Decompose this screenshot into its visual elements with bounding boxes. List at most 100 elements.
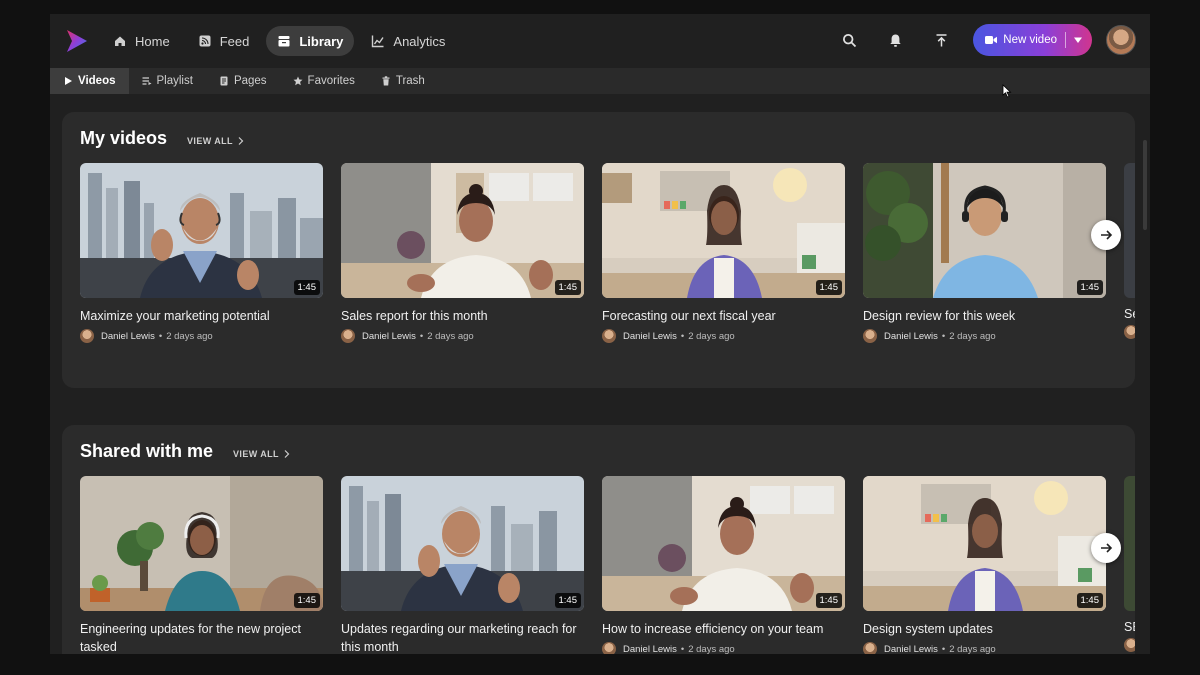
- video-title[interactable]: Engineering updates for the new project …: [80, 620, 323, 654]
- pages-icon: [220, 76, 228, 86]
- video-thumbnail[interactable]: 1:45: [863, 163, 1106, 298]
- video-thumbnail[interactable]: 1:45: [341, 163, 584, 298]
- video-duration: 1:45: [1076, 593, 1103, 608]
- nav-library[interactable]: Library: [266, 26, 355, 56]
- scroll-next-button[interactable]: [1091, 220, 1121, 250]
- meta-separator: •: [941, 643, 946, 655]
- notifications-button[interactable]: [879, 24, 911, 56]
- thumbnail-image: [863, 163, 1106, 298]
- video-row: 1:45 Maximize your marketing potential D…: [80, 163, 1135, 343]
- library-subtabs: Videos Playlist Pages Favorites Trash: [50, 68, 1150, 94]
- section-shared-with-me: Shared with me VIEW ALL 1:45 Engineering…: [62, 425, 1135, 654]
- thumbnail-image: [80, 163, 323, 298]
- video-age: 2 days ago: [688, 643, 735, 655]
- video-card[interactable]: 1:45 Forecasting our next fiscal year Da…: [602, 163, 845, 343]
- video-thumbnail[interactable]: [1124, 476, 1135, 611]
- bell-icon: [890, 34, 901, 47]
- playlist-icon: [142, 77, 151, 85]
- view-all-link[interactable]: VIEW ALL: [233, 449, 290, 459]
- video-title[interactable]: Updates regarding our marketing reach fo…: [341, 620, 584, 654]
- video-card[interactable]: 1:45 Maximize your marketing potential D…: [80, 163, 323, 343]
- meta-separator: •: [158, 330, 163, 342]
- video-thumbnail[interactable]: [1124, 163, 1135, 298]
- view-all-link[interactable]: VIEW ALL: [187, 136, 244, 146]
- author-avatar: [1124, 325, 1135, 339]
- author-name: Daniel Lewis: [101, 330, 155, 342]
- caret-down-icon[interactable]: [1074, 36, 1082, 44]
- meta-separator: •: [680, 330, 685, 342]
- nav-analytics[interactable]: Analytics: [360, 26, 456, 56]
- video-thumbnail[interactable]: 1:45: [80, 476, 323, 611]
- video-card[interactable]: 1:45 Design system updates Daniel Lewis •…: [863, 476, 1106, 654]
- video-thumbnail[interactable]: 1:45: [602, 476, 845, 611]
- mouse-cursor-icon: [1002, 84, 1012, 98]
- home-icon: [115, 36, 125, 46]
- search-button[interactable]: [833, 24, 865, 56]
- video-duration: 1:45: [815, 280, 842, 295]
- thumbnail-image: [602, 476, 845, 611]
- video-thumbnail[interactable]: 1:45: [602, 163, 845, 298]
- author-name: Daniel Lewis: [362, 330, 416, 342]
- button-divider: [1065, 32, 1066, 48]
- upload-button[interactable]: [925, 24, 957, 56]
- star-icon: [293, 76, 303, 86]
- video-card[interactable]: 1:45 How to increase efficiency on your …: [602, 476, 845, 654]
- author-avatar: [863, 642, 877, 654]
- top-actions: New video: [833, 24, 1136, 56]
- video-title[interactable]: Design system updates: [863, 620, 1106, 638]
- video-title[interactable]: Sales report for this month: [341, 307, 584, 325]
- section-my-videos: My videos VIEW ALL 1:45 Maximize your ma…: [62, 112, 1135, 388]
- video-duration: 1:45: [554, 593, 581, 608]
- video-age: 2 days ago: [427, 330, 474, 342]
- video-title[interactable]: How to increase efficiency on your team: [602, 620, 845, 638]
- nav-analytics-label: Analytics: [393, 33, 446, 49]
- video-title[interactable]: Maximize your marketing potential: [80, 307, 323, 325]
- thumbnail-image: [602, 163, 845, 298]
- tab-videos[interactable]: Videos: [50, 68, 129, 94]
- video-camera-icon: [985, 36, 998, 44]
- tab-favorites[interactable]: Favorites: [280, 68, 368, 94]
- author-name: Daniel Lewis: [623, 643, 677, 655]
- tab-trash[interactable]: Trash: [368, 68, 438, 94]
- author-name: Daniel Lewis: [884, 330, 938, 342]
- main-nav: Home Feed Library Analytics: [102, 26, 456, 56]
- video-title[interactable]: Forecasting our next fiscal year: [602, 307, 845, 325]
- meta-separator: •: [419, 330, 424, 342]
- content-scrollbar[interactable]: [1143, 140, 1147, 230]
- nav-feed-label: Feed: [219, 33, 250, 49]
- video-title[interactable]: Design review for this week: [863, 307, 1106, 325]
- meta-separator: •: [680, 643, 685, 655]
- video-card[interactable]: 1:45 Updates regarding our marketing rea…: [341, 476, 584, 654]
- video-duration: 1:45: [293, 593, 320, 608]
- video-card-partial[interactable]: Se: [1124, 163, 1135, 343]
- scroll-next-button[interactable]: [1091, 533, 1121, 563]
- video-card-partial[interactable]: SE: [1124, 476, 1135, 654]
- nav-feed[interactable]: Feed: [187, 26, 261, 56]
- nav-home[interactable]: Home: [102, 26, 181, 56]
- video-title[interactable]: Se: [1124, 307, 1135, 321]
- new-video-button[interactable]: New video: [973, 24, 1092, 56]
- section-title: My videos: [80, 128, 168, 148]
- thumbnail-image: [80, 476, 323, 611]
- chevron-right-icon: [284, 450, 290, 458]
- video-duration: 1:45: [293, 280, 320, 295]
- author-avatar: [602, 642, 616, 654]
- tab-playlist-label: Playlist: [156, 75, 193, 87]
- video-thumbnail[interactable]: 1:45: [80, 163, 323, 298]
- tab-playlist[interactable]: Playlist: [129, 68, 206, 94]
- video-card[interactable]: 1:45 Engineering updates for the new pro…: [80, 476, 323, 654]
- video-meta: [1124, 638, 1135, 652]
- video-age: 2 days ago: [949, 330, 996, 342]
- video-card[interactable]: 1:45 Sales report for this month Daniel …: [341, 163, 584, 343]
- user-avatar[interactable]: [1106, 25, 1136, 55]
- video-title[interactable]: SE: [1124, 620, 1135, 634]
- tab-pages[interactable]: Pages: [206, 68, 280, 94]
- video-thumbnail[interactable]: 1:45: [341, 476, 584, 611]
- library-icon: [278, 36, 290, 47]
- app-logo-icon[interactable]: [64, 27, 90, 55]
- section-header: Shared with me VIEW ALL: [80, 441, 290, 462]
- video-thumbnail[interactable]: 1:45: [863, 476, 1106, 611]
- video-card[interactable]: 1:45 Design review for this week Daniel …: [863, 163, 1106, 343]
- upload-icon: [936, 33, 947, 46]
- video-age: 2 days ago: [166, 330, 213, 342]
